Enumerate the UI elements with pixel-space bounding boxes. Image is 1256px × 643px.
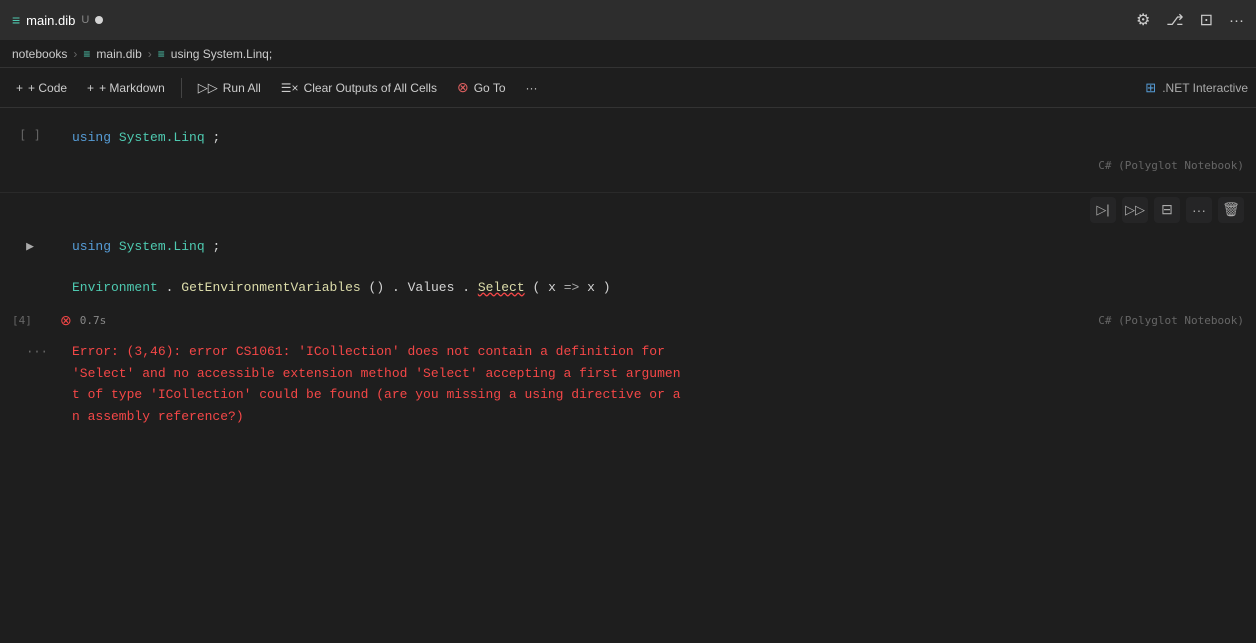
add-markdown-label: + Markdown	[99, 81, 165, 95]
execution-time: 0.7s	[80, 314, 107, 327]
env-class: Environment	[72, 280, 158, 295]
filename: main.dib	[26, 13, 75, 28]
code-line-3: Environment . GetEnvironmentVariables ()…	[72, 278, 1244, 299]
cell-1-content[interactable]: using System.Linq ;	[60, 120, 1256, 157]
modified-label: U	[81, 14, 89, 26]
title-bar: ≡ main.dib U ⚙ ⎇ ⊡ ···	[0, 0, 1256, 40]
goto-label: Go To	[474, 81, 506, 95]
breadcrumb-icon-1: ≡	[83, 47, 90, 61]
cell-2-body: ▶ using System.Linq ; Environment . GetE…	[0, 227, 1256, 309]
punc-semi-2: ;	[212, 239, 220, 254]
tab-group: ≡ main.dib U	[12, 12, 103, 28]
notebook-toolbar: + + Code + + Markdown ▷▷ Run All ☰× Clea…	[0, 68, 1256, 108]
param-x1: x	[548, 280, 556, 295]
goto-icon: ⊗	[457, 79, 469, 96]
cell-divider	[0, 172, 1256, 192]
error-message: Error: (3,46): error CS1061: 'ICollectio…	[72, 341, 1244, 427]
type-system-linq-2: System.Linq	[119, 239, 205, 254]
run-all-button[interactable]: ▷▷ Run All	[190, 76, 269, 100]
breadcrumb-sep-1: ›	[73, 47, 77, 61]
punc-dot-1: .	[166, 280, 174, 295]
type-system-linq-1: System.Linq	[119, 130, 205, 145]
toolbar-separator-1	[181, 78, 182, 98]
split-cell-icon: ⊟	[1161, 201, 1173, 218]
run-all-icon: ▷▷	[198, 80, 218, 96]
method-select: Select	[478, 280, 525, 295]
unsaved-dot	[95, 16, 103, 24]
error-status-icon: ⊗	[60, 312, 72, 329]
punc-parens: ()	[369, 280, 385, 295]
run-next-icon: ▷▷	[1125, 202, 1145, 218]
run-button-2[interactable]: ▶	[26, 239, 34, 254]
run-next-button[interactable]: ▷▷	[1122, 197, 1148, 223]
param-x2: x	[587, 280, 595, 295]
branch-icon[interactable]: ⎇	[1166, 11, 1183, 29]
file-icon: ≡	[12, 12, 20, 28]
active-tab[interactable]: ≡ main.dib U	[12, 12, 103, 28]
delete-cell-icon: 🗑	[1222, 201, 1240, 218]
run-cell-icon: ▷|	[1096, 202, 1109, 218]
cell-2-num: [4]	[12, 314, 52, 327]
cell-2: ▷| ▷▷ ⊟ ··· 🗑 ▶ using Sy	[0, 192, 1256, 334]
cell-1: [ ] using System.Linq ; C# (Polyglot Not…	[0, 108, 1256, 172]
add-code-label: + Code	[28, 81, 67, 95]
add-code-button[interactable]: + + Code	[8, 77, 75, 99]
cell-1-footer: C# (Polyglot Notebook)	[1098, 159, 1244, 172]
prop-values: Values	[408, 280, 455, 295]
breadcrumb-item-code[interactable]: using System.Linq;	[171, 47, 272, 61]
breadcrumb-item-file[interactable]: main.dib	[96, 47, 141, 61]
error-output-cell: ··· Error: (3,46): error CS1061: 'IColle…	[0, 333, 1256, 439]
error-gutter: ···	[12, 341, 62, 427]
editor-area: [ ] using System.Linq ; C# (Polyglot Not…	[0, 108, 1256, 643]
punc-dot-3: .	[462, 280, 470, 295]
breadcrumb-item-notebooks[interactable]: notebooks	[12, 47, 67, 61]
punc-semi-1: ;	[212, 130, 220, 145]
keyword-using-2: using	[72, 239, 111, 254]
punc-lparen: (	[532, 280, 540, 295]
breadcrumb-sep-2: ›	[148, 47, 152, 61]
more-toolbar-icon: ···	[526, 81, 538, 95]
method-getenv: GetEnvironmentVariables	[181, 280, 360, 295]
cell-1-status: [ ]	[19, 128, 41, 142]
cell-2-content[interactable]: using System.Linq ; Environment . GetEnv…	[60, 227, 1256, 309]
punc-dot-2: .	[392, 280, 400, 295]
add-markdown-icon: +	[87, 81, 94, 95]
gear-icon[interactable]: ⚙	[1136, 10, 1150, 30]
code-line-2	[72, 258, 1244, 278]
cell-2-status-left: [4] ⊗ 0.7s	[0, 312, 106, 329]
net-icon: ⊞	[1145, 80, 1156, 96]
error-gutter-label: ···	[26, 345, 48, 359]
run-all-label: Run All	[223, 81, 261, 95]
keyword-using-1: using	[72, 130, 111, 145]
cell-2-status-row: [4] ⊗ 0.7s C# (Polyglot Notebook)	[0, 308, 1256, 333]
code-line-1: using System.Linq ;	[72, 237, 1244, 258]
add-markdown-button[interactable]: + + Markdown	[79, 77, 173, 99]
split-cell-button[interactable]: ⊟	[1154, 197, 1180, 223]
cell-2-gutter[interactable]: ▶	[0, 227, 60, 309]
cell-more-button[interactable]: ···	[1186, 197, 1212, 223]
clear-icon: ☰×	[281, 81, 299, 95]
net-interactive-label: .NET Interactive	[1162, 81, 1248, 95]
sp-arrow: =>	[564, 280, 587, 295]
cell-2-footer: C# (Polyglot Notebook)	[1098, 314, 1244, 327]
clear-outputs-button[interactable]: ☰× Clear Outputs of All Cells	[273, 77, 445, 99]
window-controls: ⚙ ⎇ ⊡ ···	[1136, 10, 1244, 30]
cell-more-icon: ···	[1192, 202, 1206, 218]
cell-1-body: [ ] using System.Linq ;	[0, 120, 1256, 157]
run-cell-button[interactable]: ▷|	[1090, 197, 1116, 223]
goto-button[interactable]: ⊗ Go To	[449, 75, 514, 100]
add-code-icon: +	[16, 81, 23, 95]
clear-outputs-label: Clear Outputs of All Cells	[304, 81, 437, 95]
breadcrumb: notebooks › ≡ main.dib › ≡ using System.…	[0, 40, 1256, 68]
breadcrumb-icon-2: ≡	[158, 47, 165, 61]
more-icon[interactable]: ···	[1229, 12, 1244, 29]
punc-rparen: )	[603, 280, 611, 295]
more-toolbar-button[interactable]: ···	[518, 77, 546, 99]
cell-2-toolbar: ▷| ▷▷ ⊟ ··· 🗑	[0, 193, 1256, 223]
kernel-info: ⊞ .NET Interactive	[1145, 80, 1248, 96]
cell-1-gutter: [ ]	[0, 120, 60, 157]
layout-icon[interactable]: ⊡	[1200, 10, 1213, 30]
delete-cell-button[interactable]: 🗑	[1218, 197, 1244, 223]
